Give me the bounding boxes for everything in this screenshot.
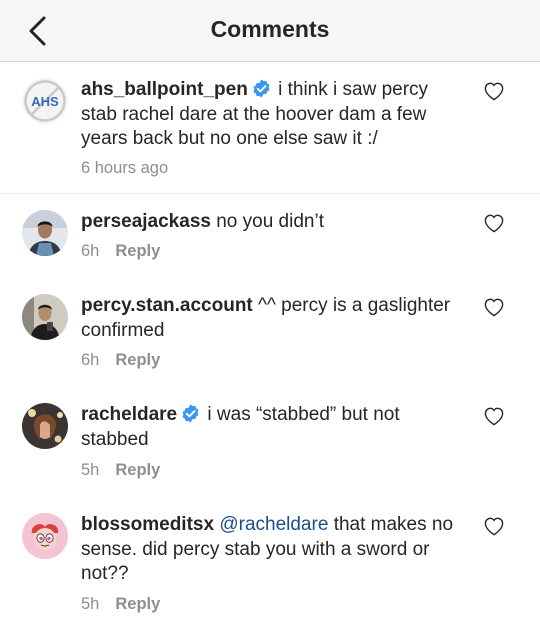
- comment-meta: 6h Reply: [81, 351, 160, 370]
- like-button[interactable]: [483, 406, 505, 426]
- comment-username[interactable]: racheldare: [81, 404, 177, 425]
- comment-username[interactable]: blossomeditsx: [81, 514, 214, 535]
- heart-outline-icon: [484, 298, 504, 317]
- reply-button[interactable]: Reply: [115, 461, 160, 479]
- reply-button[interactable]: Reply: [115, 595, 160, 613]
- like-button[interactable]: [483, 213, 505, 233]
- comment-timestamp: 6h: [81, 242, 100, 260]
- profile-photo-icon: [22, 294, 68, 340]
- heart-outline-icon: [484, 407, 504, 426]
- comment-meta: 5h Reply: [81, 595, 160, 614]
- comment-meta: 5h Reply: [81, 461, 160, 480]
- avatar[interactable]: [22, 294, 68, 340]
- comment-body: percy.stan.account ^^ percy is a gasligh…: [81, 294, 466, 343]
- avatar[interactable]: [22, 210, 68, 256]
- profile-photo-icon: [22, 210, 68, 256]
- page-title: Comments: [210, 16, 330, 42]
- comment-body: racheldare i was “stabbed” but not stabb…: [81, 403, 466, 452]
- heart-outline-icon: [484, 517, 504, 536]
- comment-body: perseajackass no you didn’t: [81, 210, 466, 235]
- comment-timestamp: 6 hours ago: [81, 159, 169, 177]
- comment-meta: 6 hours ago: [81, 159, 168, 178]
- avatar[interactable]: [22, 513, 68, 559]
- heart-outline-icon: [484, 214, 504, 233]
- heart-outline-icon: [484, 82, 504, 101]
- comment-username[interactable]: ahs_ballpoint_pen: [81, 79, 248, 100]
- like-button[interactable]: [483, 297, 505, 317]
- like-button[interactable]: [483, 516, 505, 536]
- comment-timestamp: 5h: [81, 461, 100, 479]
- cartoon-character-avatar-icon: [22, 513, 68, 559]
- avatar[interactable]: AHS: [22, 78, 68, 124]
- comment-timestamp: 6h: [81, 351, 100, 369]
- like-button[interactable]: [483, 81, 505, 101]
- comment-username[interactable]: percy.stan.account: [81, 295, 253, 316]
- avatar[interactable]: [22, 403, 68, 449]
- comment-text: no you didn’t: [216, 211, 324, 232]
- comment-body: blossomeditsx @racheldare that makes no …: [81, 513, 466, 587]
- verified-badge-icon: [181, 404, 200, 423]
- reply-button[interactable]: Reply: [115, 351, 160, 369]
- comments-header: Comments: [0, 0, 540, 62]
- profile-photo-icon: [22, 403, 68, 449]
- comment-username[interactable]: perseajackass: [81, 211, 211, 232]
- comment-meta: 6h Reply: [81, 242, 160, 261]
- caption-divider: [0, 193, 540, 194]
- comment-body: ahs_ballpoint_pen i think i saw percy st…: [81, 78, 466, 152]
- mention-link[interactable]: @racheldare: [219, 514, 328, 535]
- ahs-logo-avatar-icon: AHS: [22, 78, 68, 124]
- verified-badge-icon: [252, 79, 271, 98]
- comment-timestamp: 5h: [81, 595, 100, 613]
- reply-button[interactable]: Reply: [115, 242, 160, 260]
- svg-text:AHS: AHS: [31, 94, 59, 109]
